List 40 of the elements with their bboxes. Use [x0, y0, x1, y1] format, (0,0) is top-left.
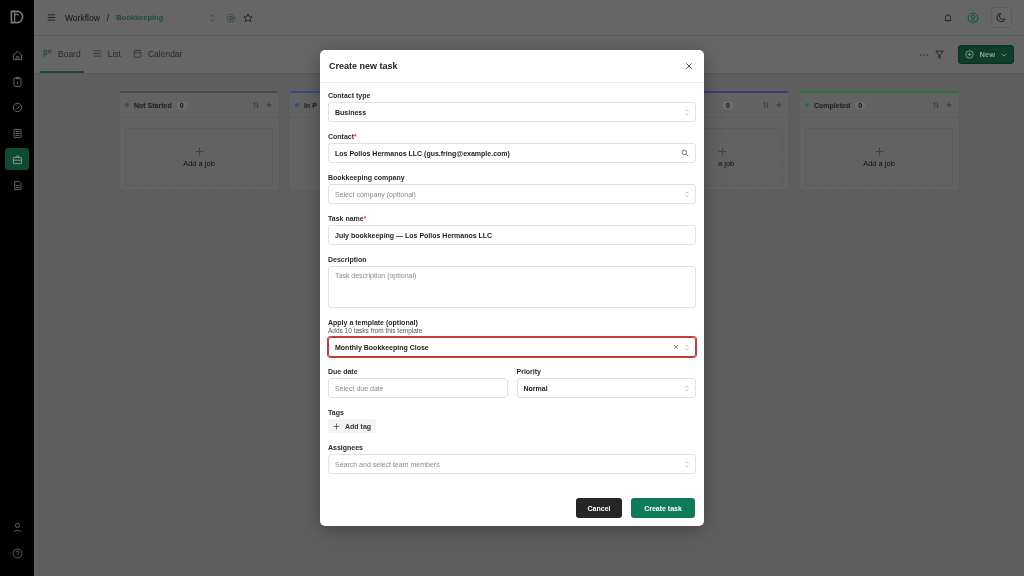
bell-icon[interactable]	[943, 12, 953, 23]
breadcrumb-link[interactable]: Workflow	[65, 12, 100, 23]
caret-icon	[1001, 52, 1007, 57]
dialog-title: Create new task	[329, 61, 398, 71]
sort-icon[interactable]	[252, 101, 260, 109]
document-icon	[11, 179, 23, 191]
menu-icon[interactable]	[47, 13, 56, 22]
sidebar-button[interactable]	[5, 148, 29, 170]
sort-icon[interactable]	[932, 101, 940, 109]
user-circle-icon	[967, 11, 979, 24]
home-icon	[11, 49, 23, 61]
user-icon	[11, 521, 23, 533]
search-icon	[681, 149, 689, 157]
filter-icon[interactable]	[934, 50, 944, 59]
list-icon	[92, 49, 102, 58]
add-icon[interactable]	[265, 101, 273, 109]
avatar-button[interactable]	[964, 8, 982, 27]
settings-icon[interactable]	[226, 12, 237, 23]
plus-icon	[718, 146, 727, 156]
add-icon[interactable]	[945, 101, 953, 109]
briefcase-icon	[11, 153, 23, 165]
theme-toggle-button[interactable]	[991, 7, 1012, 28]
sort-icon[interactable]	[762, 101, 770, 109]
plus-circle-icon	[964, 50, 974, 59]
clear-icon[interactable]	[673, 344, 679, 350]
close-icon[interactable]	[685, 62, 693, 70]
plus-icon	[333, 422, 340, 430]
more-icon[interactable]	[918, 52, 929, 57]
logo-icon	[9, 9, 25, 25]
plus-icon	[874, 146, 884, 156]
plus-icon	[194, 146, 204, 156]
clipboard-icon	[11, 75, 23, 87]
help-icon	[11, 547, 23, 559]
moon-icon	[996, 12, 1007, 23]
star-icon[interactable]	[243, 12, 254, 23]
calendar-icon	[132, 49, 142, 58]
status-dot	[295, 103, 299, 107]
add-icon[interactable]	[775, 101, 783, 109]
breadcrumb-separator: /	[106, 12, 110, 23]
status-dot	[805, 103, 809, 107]
